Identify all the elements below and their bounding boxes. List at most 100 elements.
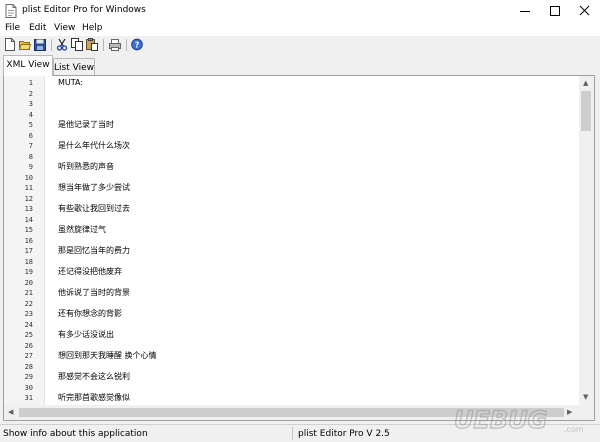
svg-text:?: ?: [135, 40, 140, 49]
line-number: 28: [24, 362, 33, 371]
vertical-scroll-thumb[interactable]: [581, 91, 591, 131]
line-text[interactable]: 他诉说了当时的背景: [58, 288, 130, 298]
view-tabs: XML View List View: [0, 55, 600, 76]
line-number: 31: [24, 394, 33, 402]
line-text[interactable]: 还记得没把他废弃: [58, 267, 122, 277]
editor-line[interactable]: 26: [4, 341, 579, 351]
editor-line[interactable]: 11 想当年做了多少尝试: [4, 183, 579, 193]
line-text[interactable]: 想回到那天我睡醒 换个心情: [58, 351, 157, 361]
menu-view[interactable]: View: [54, 23, 75, 33]
line-number: 27: [24, 352, 33, 360]
editor-line[interactable]: 2: [4, 89, 579, 99]
editor-line[interactable]: 21 他诉说了当时的背景: [4, 288, 579, 298]
line-text[interactable]: 那是回忆当年的费力: [58, 246, 130, 256]
line-text[interactable]: 是什么年代什么场次: [58, 141, 130, 151]
editor-line[interactable]: 6: [4, 131, 579, 141]
line-number: 20: [24, 278, 33, 287]
editor-line[interactable]: 29 那感觉不会这么锐利: [4, 372, 579, 382]
status-version: plist Editor Pro V 2.5: [298, 429, 390, 439]
editor-line[interactable]: 28: [4, 362, 579, 372]
minimize-button[interactable]: [510, 0, 540, 22]
editor-lines[interactable]: 1 MUTA: 2 3 4 5 是他记录了当时 6 7 是什么年代什么场次 8 9 听到熟悉的声音 10 1…: [4, 78, 579, 406]
line-number: 18: [24, 257, 33, 266]
watermark-text: UEBUG: [454, 406, 547, 434]
line-number: 29: [24, 373, 33, 381]
toolbar-separator: [103, 39, 104, 51]
line-number: 24: [24, 320, 33, 329]
editor-line[interactable]: 3: [4, 99, 579, 109]
site-watermark: UEBUG .com: [452, 402, 592, 436]
toolbar-separator: [51, 39, 52, 51]
line-text[interactable]: 有些歌让我回到过去: [58, 204, 130, 214]
line-text[interactable]: 想当年做了多少尝试: [58, 183, 130, 193]
copy-icon[interactable]: [71, 38, 83, 51]
save-icon[interactable]: [34, 38, 46, 51]
editor-line[interactable]: 24: [4, 320, 579, 330]
line-text[interactable]: 虽然旋律过气: [58, 225, 106, 235]
editor-line[interactable]: 25 有多少话没说出: [4, 330, 579, 340]
editor-line[interactable]: 7 是什么年代什么场次: [4, 141, 579, 151]
menu-file[interactable]: File: [5, 23, 20, 33]
line-number: 9: [28, 163, 33, 171]
help-icon[interactable]: ?: [131, 38, 143, 51]
line-number: 4: [28, 110, 33, 119]
editor-line[interactable]: 8: [4, 152, 579, 162]
editor-line[interactable]: 10: [4, 173, 579, 183]
document-icon: [5, 4, 17, 18]
xml-editor[interactable]: 1 MUTA: 2 3 4 5 是他记录了当时 6 7 是什么年代什么场次 8 9 听到熟悉的声音 10 1…: [3, 75, 595, 421]
editor-line[interactable]: 9 听到熟悉的声音: [4, 162, 579, 172]
editor-line[interactable]: 17 那是回忆当年的费力: [4, 246, 579, 256]
editor-line[interactable]: 27 想回到那天我睡醒 换个心情: [4, 351, 579, 361]
editor-line[interactable]: 20: [4, 278, 579, 288]
line-number: 2: [28, 89, 33, 98]
editor-line[interactable]: 1 MUTA:: [4, 78, 579, 88]
editor-line[interactable]: 30: [4, 383, 579, 393]
editor-line[interactable]: 19 还记得没把他废弃: [4, 267, 579, 277]
close-icon: [579, 5, 590, 16]
maximize-button[interactable]: [540, 0, 570, 22]
line-text[interactable]: 听到熟悉的声音: [58, 162, 114, 172]
toolbar-separator: [126, 39, 127, 51]
open-icon[interactable]: [19, 38, 31, 51]
line-number: 21: [24, 289, 33, 297]
watermark-suffix: .com: [564, 425, 584, 434]
maximize-icon: [550, 6, 560, 16]
line-text[interactable]: 那感觉不会这么锐利: [58, 372, 130, 382]
editor-line[interactable]: 5 是他记录了当时: [4, 120, 579, 130]
editor-line[interactable]: 22: [4, 299, 579, 309]
editor-line[interactable]: 12: [4, 194, 579, 204]
line-number: 15: [24, 226, 33, 234]
line-number: 25: [24, 331, 33, 339]
print-icon[interactable]: [109, 38, 121, 51]
line-text[interactable]: MUTA:: [58, 78, 83, 88]
line-number: 12: [24, 194, 33, 203]
scroll-left-icon[interactable]: ◀: [8, 409, 13, 416]
tab-list-view[interactable]: List View: [53, 58, 95, 76]
tab-xml-view[interactable]: XML View: [3, 55, 53, 76]
editor-line[interactable]: 16: [4, 236, 579, 246]
vertical-scrollbar[interactable]: ▲ ▼: [579, 76, 594, 406]
editor-line[interactable]: 14: [4, 215, 579, 225]
cut-icon[interactable]: [56, 38, 68, 51]
menu-edit[interactable]: Edit: [29, 23, 46, 33]
editor-line[interactable]: 15 虽然旋律过气: [4, 225, 579, 235]
line-text[interactable]: 听完那首歌感觉像似: [58, 393, 130, 403]
line-text[interactable]: 是他记录了当时: [58, 120, 114, 130]
title-bar[interactable]: plist Editor Pro for Windows: [0, 0, 600, 22]
line-text[interactable]: 还有你想念的背影: [58, 309, 122, 319]
line-text[interactable]: 有多少话没说出: [58, 330, 114, 340]
app-window: plist Editor Pro for Windows File Edit V…: [0, 0, 600, 442]
menu-help[interactable]: Help: [82, 23, 103, 33]
close-button[interactable]: [570, 0, 600, 22]
scroll-down-icon[interactable]: ▼: [583, 394, 588, 401]
paste-icon[interactable]: [86, 38, 98, 51]
editor-line[interactable]: 23 还有你想念的背影: [4, 309, 579, 319]
editor-line[interactable]: 13 有些歌让我回到过去: [4, 204, 579, 214]
editor-line[interactable]: 4: [4, 110, 579, 120]
status-message: Show info about this application: [3, 429, 148, 439]
new-icon[interactable]: [4, 38, 16, 51]
line-number: 5: [28, 121, 33, 129]
scroll-up-icon[interactable]: ▲: [583, 80, 588, 87]
editor-line[interactable]: 18: [4, 257, 579, 267]
line-number: 19: [24, 268, 33, 276]
